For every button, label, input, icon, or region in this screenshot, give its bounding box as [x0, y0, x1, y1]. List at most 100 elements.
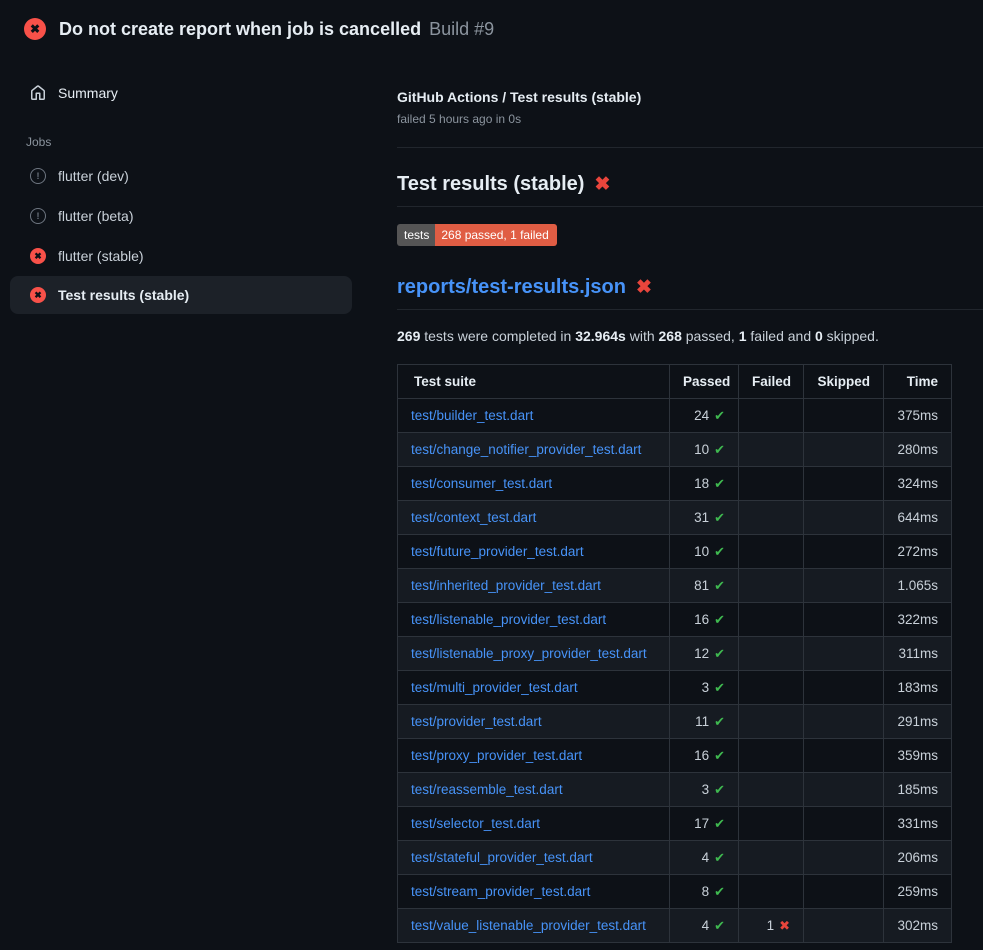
- table-row: test/context_test.dart31✔644ms: [398, 501, 952, 535]
- summary-time: 32.964s: [575, 328, 626, 344]
- sidebar-item-summary[interactable]: Summary: [0, 73, 390, 113]
- skipped-cell: [804, 875, 884, 909]
- sidebar-item-job[interactable]: !flutter (dev): [0, 156, 390, 196]
- table-row: test/selector_test.dart17✔331ms: [398, 807, 952, 841]
- col-header-skipped: Skipped: [804, 365, 884, 399]
- summary-failed: 1: [739, 328, 747, 344]
- badge-value: 268 passed, 1 failed: [435, 224, 556, 246]
- time-cell: 324ms: [884, 467, 952, 501]
- failed-cell: [739, 603, 804, 637]
- sidebar-item-job[interactable]: !flutter (beta): [0, 196, 390, 236]
- skipped-cell: [804, 739, 884, 773]
- report-link[interactable]: reports/test-results.json: [397, 276, 626, 299]
- table-body: test/builder_test.dart 24 ✔ 375ms test/chang…: [398, 399, 952, 943]
- suite-link[interactable]: test/proxy_provider_test.dart: [411, 748, 582, 763]
- sidebar-summary-label: Summary: [58, 85, 118, 101]
- suite-cell: test/stateful_provider_test.dart: [398, 841, 670, 875]
- count-value: 10: [694, 544, 709, 559]
- check-icon: ✔: [714, 918, 725, 933]
- sidebar: Summary Jobs !flutter (dev)!flutter (bet…: [0, 58, 390, 314]
- check-icon: ✔: [714, 816, 725, 831]
- skipped-cell: [804, 467, 884, 501]
- passed-cell: 11 ✔: [670, 705, 739, 739]
- skipped-cell: [804, 909, 884, 943]
- time-cell: 302ms: [884, 909, 952, 943]
- suite-link[interactable]: test/listenable_proxy_provider_test.dart: [411, 646, 647, 661]
- section-title: Test results (stable): [397, 173, 584, 196]
- x-circle-icon: ✖: [30, 248, 46, 264]
- check-icon: ✔: [714, 544, 725, 559]
- time-cell: 311ms: [884, 637, 952, 671]
- skipped-cell: [804, 603, 884, 637]
- col-header-time: Time: [884, 365, 952, 399]
- suite-link[interactable]: test/future_provider_test.dart: [411, 544, 584, 559]
- passed-cell: 16✔: [670, 739, 739, 773]
- summary-text: skipped.: [823, 328, 879, 344]
- failed-cell: [739, 705, 804, 739]
- count-value: 17: [694, 816, 709, 831]
- section-heading: Test results (stable) ✖: [397, 173, 983, 207]
- suite-cell: test/selector_test.dart: [398, 807, 670, 841]
- count-value: 24: [694, 408, 709, 423]
- skipped-cell: [804, 773, 884, 807]
- skipped-cell: [804, 637, 884, 671]
- jobs-section-label: Jobs: [0, 134, 390, 150]
- skipped-cell: [804, 535, 884, 569]
- failed-cell: [739, 569, 804, 603]
- summary-passed: 268: [659, 328, 682, 344]
- cross-icon: ✖: [779, 918, 790, 933]
- suite-link[interactable]: test/context_test.dart: [411, 510, 536, 525]
- failed-cross-icon: ✖: [636, 278, 652, 297]
- table-row: test/multi_provider_test.dart3✔183ms: [398, 671, 952, 705]
- suite-link[interactable]: test/selector_test.dart: [411, 816, 540, 831]
- check-icon: ✔: [714, 748, 725, 763]
- suite-link[interactable]: test/consumer_test.dart: [411, 476, 552, 491]
- check-icon: ✔: [714, 714, 725, 729]
- check-icon: ✔: [714, 782, 725, 797]
- passed-cell: 3✔: [670, 671, 739, 705]
- suite-link[interactable]: test/stream_provider_test.dart: [411, 884, 590, 899]
- suite-link[interactable]: test/reassemble_test.dart: [411, 782, 563, 797]
- alert-circle-icon: !: [30, 208, 46, 224]
- failed-cell: [739, 773, 804, 807]
- skipped-cell: [804, 807, 884, 841]
- time-cell: 280ms: [884, 433, 952, 467]
- job-label: flutter (stable): [58, 248, 144, 264]
- suite-link[interactable]: test/inherited_provider_test.dart: [411, 578, 601, 593]
- skipped-cell: [804, 399, 884, 433]
- suite-link[interactable]: test/builder_test.dart: [411, 408, 533, 423]
- col-header-failed: Failed: [739, 365, 804, 399]
- time-cell: 375ms: [884, 399, 952, 433]
- check-icon: ✔: [714, 442, 725, 457]
- run-build-number: Build #9: [429, 19, 494, 39]
- jobs-list: !flutter (dev)!flutter (beta) ✖ flutter (s…: [0, 156, 390, 314]
- table-row: test/stateful_provider_test.dart4✔206ms: [398, 841, 952, 875]
- count-value: 1: [767, 918, 775, 933]
- suite-cell: test/future_provider_test.dart: [398, 535, 670, 569]
- suite-link[interactable]: test/listenable_provider_test.dart: [411, 612, 606, 627]
- run-title: Do not create report when job is cancell…: [59, 19, 421, 39]
- sidebar-item-job[interactable]: ✖ flutter (stable): [0, 236, 390, 276]
- failed-cell: [739, 637, 804, 671]
- sidebar-item-job[interactable]: ✖Test results (stable): [10, 276, 352, 314]
- skipped-cell: [804, 671, 884, 705]
- skipped-cell: [804, 501, 884, 535]
- table-row: test/proxy_provider_test.dart16✔359ms: [398, 739, 952, 773]
- table-row: test/stream_provider_test.dart8✔259ms: [398, 875, 952, 909]
- summary-skipped: 0: [815, 328, 823, 344]
- count-value: 3: [702, 782, 710, 797]
- skipped-cell: [804, 841, 884, 875]
- table-header-row: Test suite Passed Failed Skipped Time: [398, 365, 952, 399]
- suite-link[interactable]: test/multi_provider_test.dart: [411, 680, 578, 695]
- passed-cell: 10✔: [670, 433, 739, 467]
- time-cell: 272ms: [884, 535, 952, 569]
- suite-link[interactable]: test/value_listenable_provider_test.dart: [411, 918, 646, 933]
- count-value: 11: [695, 714, 709, 729]
- suite-cell: test/context_test.dart: [398, 501, 670, 535]
- suite-link[interactable]: test/provider_test.dart: [411, 714, 542, 729]
- count-value: 4: [702, 918, 710, 933]
- suite-link[interactable]: test/change_notifier_provider_test.dart: [411, 442, 641, 457]
- suite-link[interactable]: test/stateful_provider_test.dart: [411, 850, 593, 865]
- count-value: 31: [694, 510, 709, 525]
- count-value: 3: [702, 680, 710, 695]
